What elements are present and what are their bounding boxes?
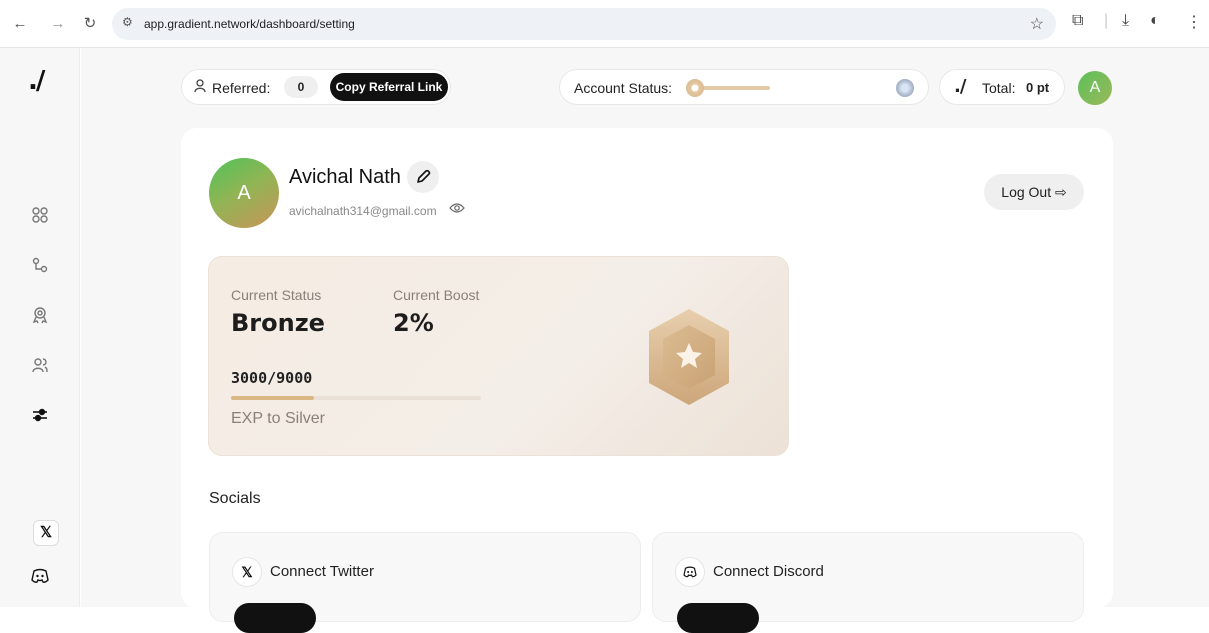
settings-sliders-icon[interactable] [30,406,50,426]
current-status-label: Current Status [231,287,322,303]
divider: | [1104,12,1109,29]
current-status-value: Bronze [231,309,325,337]
status-card: Current Status Bronze Current Boost 2% 3… [208,256,789,456]
url-text[interactable]: app.gradient.network/dashboard/setting [144,17,355,31]
profile-email: avichalnath314@gmail.com [289,204,437,218]
connect-twitter-card: 𝕏 Connect Twitter [209,532,641,633]
bronze-badge-icon [649,309,729,405]
extensions-icon[interactable]: ⧉ [1072,12,1083,30]
rewards-icon[interactable] [30,306,50,326]
nodes-icon[interactable] [30,256,50,276]
discord-icon [675,557,705,587]
referral-pill: Referred: 0 Copy Referral Link [181,69,451,105]
eye-icon[interactable] [449,201,465,217]
back-arrow-icon[interactable]: ← [10,14,30,34]
points-logo-icon: ./ [954,76,966,97]
connect-twitter-button[interactable] [234,603,316,633]
user-icon [194,79,206,96]
current-boost-value: 2% [393,309,434,337]
profile-icon[interactable]: ◐ [1150,12,1160,30]
browser-toolbar: ← → ↻ ⚙ app.gradient.network/dashboard/s… [0,0,1209,48]
exp-progress-fill [231,396,315,400]
main-content: Referred: 0 Copy Referral Link Account S… [81,48,1209,633]
connect-twitter-label: Connect Twitter [270,563,374,580]
exp-progress-text: 3000/9000 [231,369,313,387]
address-bar[interactable]: ⚙ app.gradient.network/dashboard/setting… [112,8,1056,40]
total-points-pill: ./ Total: 0 pt [939,69,1065,105]
referred-count: 0 [284,76,318,98]
exp-progress-bar [231,396,481,400]
exp-next-label: EXP to Silver [231,410,325,427]
profile-avatar: A [209,158,279,228]
account-status-label: Account Status: [574,80,673,96]
total-label: Total: [982,80,1016,96]
settings-card: A Avichal Nath avichalnath314@gmail.com … [181,128,1113,633]
gradient-logo[interactable]: ./ [28,66,45,96]
download-icon[interactable]: ⤓ [1122,12,1129,30]
silver-level-icon [896,79,914,97]
connect-discord-label: Connect Discord [713,563,824,580]
account-status-pill: Account Status: [559,69,929,105]
copy-referral-link-button[interactable]: Copy Referral Link [330,73,448,101]
x-icon: 𝕏 [232,557,262,587]
referred-label: Referred: [212,80,271,96]
total-value: 0 pt [1026,80,1050,95]
avatar[interactable]: A [1078,71,1112,105]
forward-arrow-icon[interactable]: → [48,14,68,34]
menu-icon[interactable]: ⋮ [1186,12,1202,32]
x-icon[interactable]: 𝕏 [33,520,59,546]
connect-discord-button[interactable] [677,603,759,633]
dashboard-grid-icon[interactable] [30,206,50,226]
socials-heading: Socials [209,490,261,507]
sidebar: ./ 𝕏 [0,48,80,607]
profile-name: Avichal Nath [289,166,401,188]
logout-button[interactable]: Log Out ⇨ [984,174,1084,210]
discord-icon[interactable] [30,568,50,588]
bookmark-star-icon[interactable]: ☆ [1030,14,1044,34]
users-icon[interactable] [30,356,50,376]
edit-name-button[interactable] [407,161,439,193]
site-settings-icon[interactable]: ⚙ [122,15,133,29]
connect-discord-card: Connect Discord [652,532,1084,633]
current-boost-label: Current Boost [393,287,480,303]
reload-icon[interactable]: ↻ [80,14,100,34]
bronze-level-icon [686,79,704,97]
